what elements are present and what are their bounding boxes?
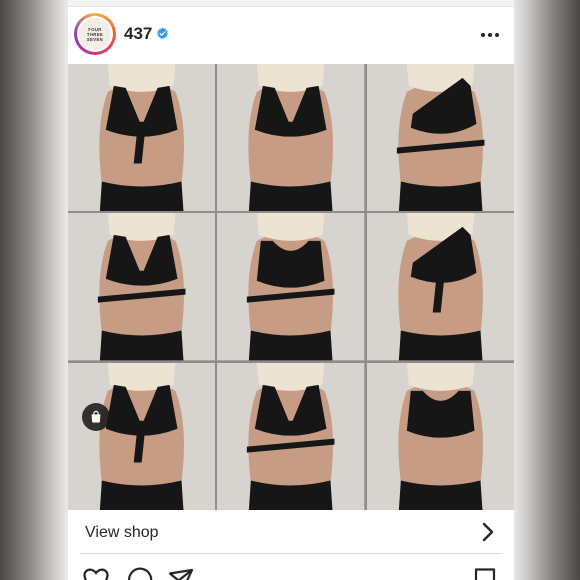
photo-tile[interactable]: [68, 213, 216, 361]
swimsuit-photo: [68, 213, 216, 361]
swimsuit-photo: [217, 213, 365, 361]
bookmark-icon[interactable]: [471, 566, 499, 580]
hair: [406, 362, 475, 391]
swimsuit-photo: [68, 64, 216, 212]
swimsuit-photo: [68, 362, 216, 510]
share-icon[interactable]: [167, 566, 195, 580]
action-bar: [68, 560, 514, 580]
view-shop-row[interactable]: View shop: [68, 510, 514, 553]
top-divider: [68, 0, 514, 7]
photo-tile[interactable]: [217, 64, 365, 212]
post-header: FOUR THREE SEVEN 437: [68, 7, 514, 64]
photo-tile[interactable]: [217, 362, 365, 510]
account-avatar[interactable]: FOUR THREE SEVEN: [74, 13, 116, 55]
avatar-logo: FOUR THREE SEVEN: [79, 18, 111, 50]
account-username[interactable]: 437: [124, 24, 152, 44]
verified-badge-icon: [157, 27, 168, 39]
hair: [257, 213, 325, 242]
chevron-right-icon: [482, 522, 494, 542]
photo-tile[interactable]: [366, 213, 514, 361]
photo-tile[interactable]: [68, 64, 216, 212]
swimsuit-photo: [366, 64, 514, 212]
more-horizontal-icon[interactable]: [479, 25, 501, 45]
photo-tile[interactable]: [366, 64, 514, 212]
instagram-post-card: FOUR THREE SEVEN 437 View shop: [68, 0, 514, 580]
swimsuit-photo: [217, 64, 365, 212]
comment-icon[interactable]: [125, 566, 153, 580]
photo-tile[interactable]: [68, 362, 216, 510]
view-shop-label: View shop: [85, 524, 159, 541]
shopping-bag-icon[interactable]: [82, 403, 110, 431]
heart-icon[interactable]: [82, 566, 110, 580]
photo-grid[interactable]: [68, 64, 514, 510]
swimsuit-photo: [366, 362, 514, 510]
swimsuit-photo: [366, 213, 514, 361]
swimsuit-photo: [217, 362, 365, 510]
photo-tile[interactable]: [366, 362, 514, 510]
section-divider: [80, 553, 502, 554]
photo-tile[interactable]: [217, 213, 365, 361]
